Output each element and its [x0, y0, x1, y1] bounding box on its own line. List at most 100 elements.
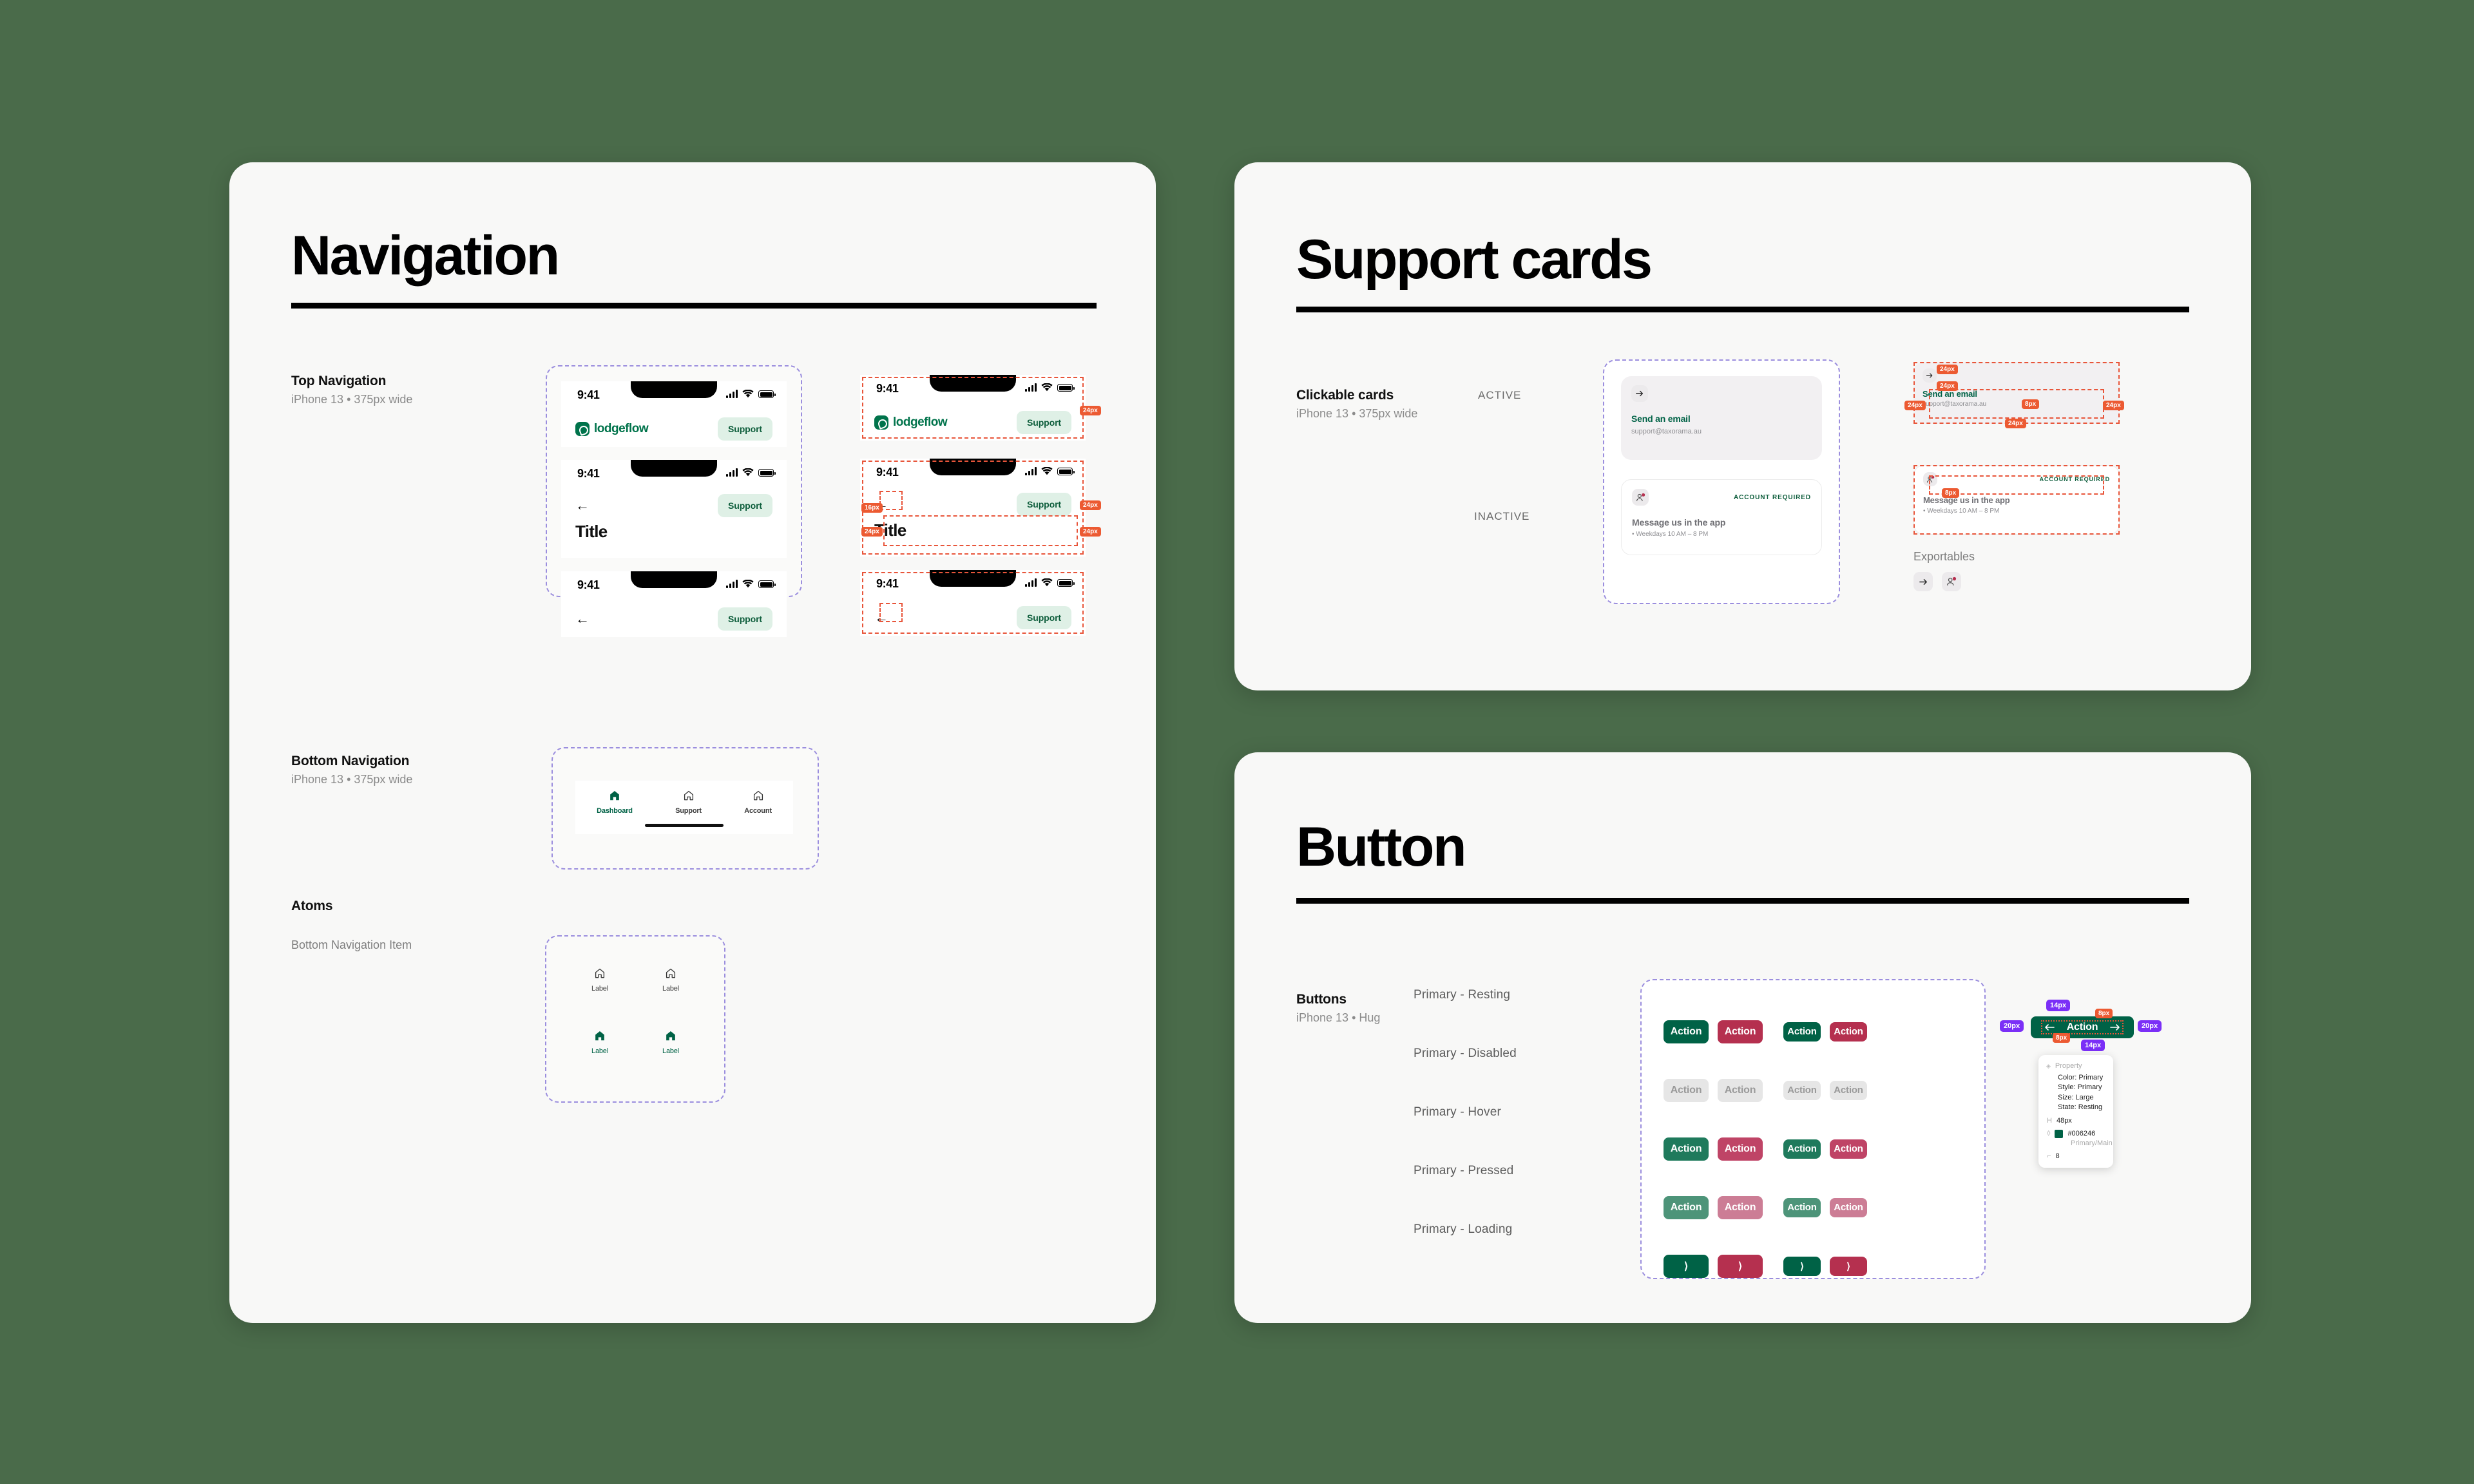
bottom-nav-item-account[interactable]: Account — [744, 790, 772, 815]
send-email-card[interactable]: Send an email support@taxorama.au — [1621, 376, 1822, 460]
action-button[interactable]: Action — [1830, 1139, 1867, 1159]
action-button[interactable]: Action — [1830, 1022, 1867, 1042]
clickable-cards-section-title: Clickable cards — [1296, 388, 1394, 403]
person-alert-icon[interactable] — [1942, 572, 1961, 591]
annotated-button: Action 14px 14px 20px 20px 8px 8px — [2000, 1000, 2162, 1052]
action-button[interactable]: Action — [1783, 1022, 1821, 1042]
brand-logo: lodgeflow — [575, 422, 649, 436]
action-button[interactable]: Action — [1718, 1020, 1763, 1043]
spec-outline-title — [883, 515, 1078, 546]
property-header: Property — [2055, 1062, 2082, 1070]
status-time: 9:41 — [577, 388, 600, 401]
brand-name: lodgeflow — [594, 422, 649, 435]
bottom-nav-item-label: Account — [744, 807, 772, 815]
bottom-nav-item-support[interactable]: Support — [675, 790, 702, 815]
spec-badge: 24px — [1080, 406, 1101, 415]
action-button[interactable]: Action — [1718, 1137, 1763, 1161]
arrow-right-icon — [1631, 385, 1648, 402]
support-button[interactable]: Support — [718, 607, 772, 631]
spec-outline-text — [1929, 389, 2104, 419]
message-app-card-title: Message us in the app — [1632, 517, 1726, 528]
bottom-navigation-section-subtitle: iPhone 13 • 375px wide — [291, 773, 413, 786]
spec-badge-pad-bottom: 8px — [2053, 1033, 2071, 1043]
cellular-bars-icon — [726, 468, 738, 477]
color-hex: #006246 — [2067, 1129, 2096, 1137]
property-diamond-icon: ◈ — [2046, 1063, 2051, 1070]
spec-badge: 24px — [1937, 365, 1958, 374]
spec-outline-back — [879, 603, 903, 622]
color-swatch — [2055, 1129, 2064, 1138]
button-row: Action Action Action Action — [1664, 1119, 1966, 1178]
action-button[interactable]: Action — [1718, 1195, 1763, 1219]
arrow-left-icon[interactable]: ← — [575, 612, 590, 626]
send-email-card-title: Send an email — [1631, 414, 1691, 424]
button-row: Action Action Action Action — [1664, 1178, 1966, 1237]
spec-badge: 24px — [861, 527, 883, 537]
top-nav-mock-back: 9:41 ← Support — [561, 571, 787, 637]
spec-badge: 24px — [1080, 500, 1101, 510]
button-state-label: Primary - Disabled — [1414, 1047, 1517, 1060]
bottom-navigation-bar: Dashboard Support Account — [575, 781, 793, 834]
exportables-label: Exportables — [1913, 550, 1975, 563]
support-button[interactable]: Support — [718, 494, 772, 517]
spec-badge-top: 14px — [2046, 1000, 2071, 1012]
message-app-card: ACCOUNT REQUIRED Message us in the app •… — [1621, 479, 1822, 555]
arrow-right-icon[interactable] — [1913, 572, 1933, 591]
action-button[interactable]: Action — [1783, 1197, 1821, 1217]
action-button[interactable]: Action — [1664, 1195, 1709, 1219]
home-outline-icon — [665, 967, 676, 982]
navigation-panel-title: Navigation — [291, 225, 560, 287]
spec-badge: 8px — [2022, 399, 2040, 409]
home-outline-icon — [594, 967, 606, 982]
battery-icon — [758, 469, 776, 477]
person-alert-icon — [1632, 489, 1649, 506]
bottom-navigation-section-title: Bottom Navigation — [291, 754, 410, 768]
notch — [631, 571, 717, 588]
spec-badge-bottom: 14px — [2081, 1040, 2105, 1052]
action-button: Action — [1664, 1078, 1709, 1102]
status-bar: 9:41 — [561, 460, 787, 490]
atom-bottom-nav-item[interactable]: Label — [591, 967, 608, 993]
spec-badge: 24px — [1904, 401, 1926, 410]
cellular-bars-icon — [726, 580, 738, 588]
height-value: 48px — [2056, 1117, 2072, 1125]
action-button[interactable]: Action — [1783, 1139, 1821, 1159]
button-row: Action Action Action Action — [1664, 1061, 1966, 1119]
color-token: Primary/Main — [2071, 1139, 2113, 1148]
action-button: Action — [1718, 1078, 1763, 1102]
radius-value: 8 — [2055, 1152, 2060, 1160]
button-row: ⟩ ⟩ ⟩ ⟩ — [1664, 1237, 1966, 1295]
button-row: Action Action Action Action — [1664, 1002, 1966, 1061]
atoms-section-note: Bottom Navigation Item — [291, 938, 412, 951]
home-filled-icon — [594, 1030, 606, 1045]
action-button: Action — [1830, 1080, 1867, 1100]
spec-badge: 24px — [1937, 381, 1958, 391]
atom-bottom-nav-item[interactable]: Label — [662, 1030, 679, 1055]
action-button[interactable]: Action — [1664, 1137, 1709, 1161]
action-button[interactable]: ⟩ — [1783, 1256, 1821, 1276]
button-state-label: Primary - Loading — [1414, 1222, 1513, 1236]
home-filled-icon — [609, 790, 620, 804]
support-button[interactable]: Support — [718, 417, 772, 441]
button-state-label: Primary - Hover — [1414, 1105, 1502, 1119]
message-app-card-bullet: • Weekdays 10 AM – 8 PM — [1632, 531, 1709, 538]
wifi-icon — [742, 580, 754, 588]
action-button[interactable]: ⟩ — [1664, 1254, 1709, 1278]
atom-bottom-nav-item[interactable]: Label — [662, 967, 679, 993]
atom-item-label: Label — [662, 985, 679, 993]
status-time: 9:41 — [577, 467, 600, 480]
property-inspector: ◈ Property Color: Primary Style: Primary S… — [2038, 1055, 2113, 1168]
wifi-icon — [742, 390, 754, 398]
atom-bottom-nav-item[interactable]: Label — [591, 1030, 608, 1055]
button-state-label: Primary - Resting — [1414, 988, 1511, 1002]
home-outline-icon — [753, 790, 764, 804]
action-button[interactable]: ⟩ — [1718, 1254, 1763, 1278]
action-button[interactable]: Action — [1664, 1020, 1709, 1043]
spec-outline-back — [879, 491, 903, 510]
panel-support-cards: Support cards Clickable cards iPhone 13 … — [1234, 162, 2251, 690]
wifi-icon — [742, 468, 754, 477]
action-button[interactable]: ⟩ — [1830, 1256, 1867, 1276]
action-button[interactable]: Action — [1830, 1197, 1867, 1217]
bottom-nav-item-dashboard[interactable]: Dashboard — [597, 790, 633, 815]
arrow-left-icon[interactable]: ← — [575, 499, 590, 513]
